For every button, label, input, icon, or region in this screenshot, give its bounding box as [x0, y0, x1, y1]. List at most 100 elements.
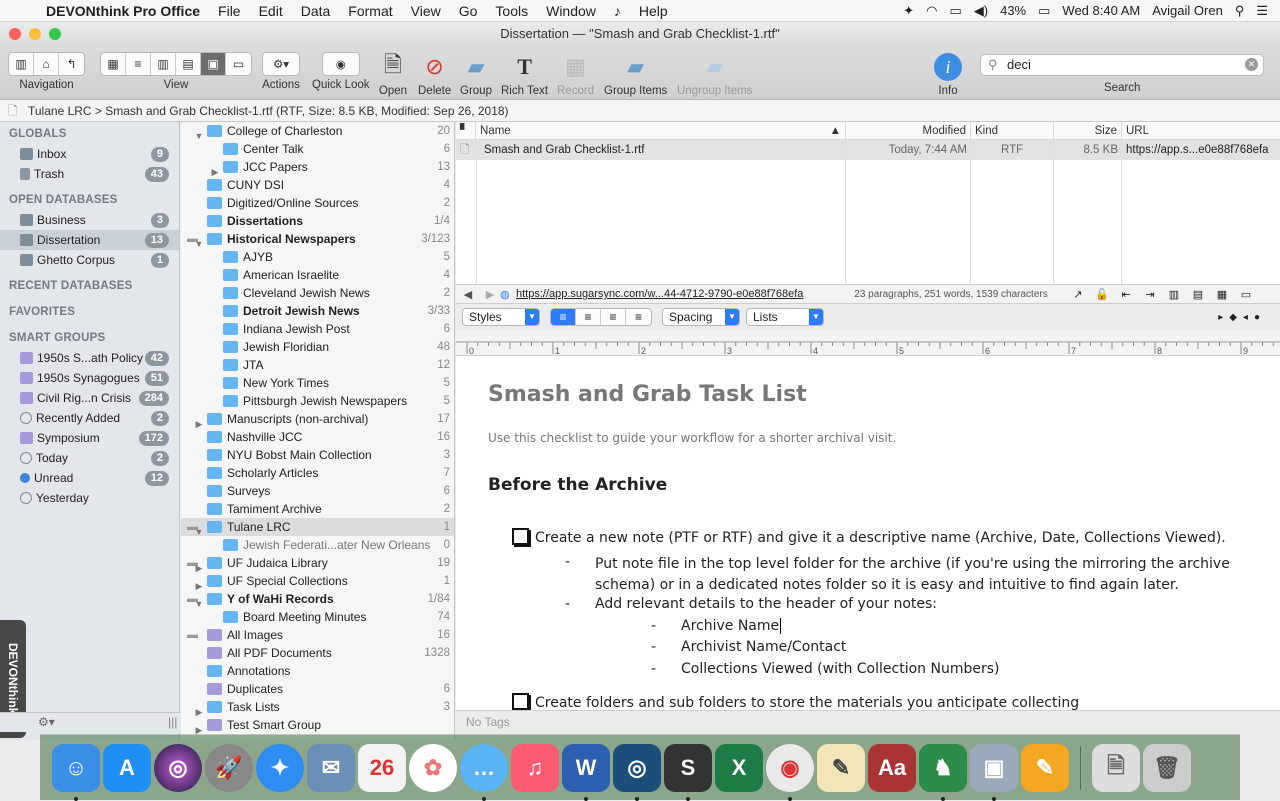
preview-icon[interactable]: ▣ — [970, 743, 1018, 801]
tree-row[interactable]: Surveys 6 — [181, 482, 454, 500]
menu-format[interactable]: Format — [348, 3, 392, 19]
tree-row[interactable]: Board Meeting Minutes 74 — [181, 608, 454, 626]
music-icon[interactable]: ♫ — [511, 743, 559, 792]
mail-icon[interactable]: ✉ — [307, 743, 355, 792]
search-input[interactable]: ⚲ deci ✕ — [980, 54, 1264, 76]
tree-row[interactable]: ▶ Test Smart Group — [181, 716, 454, 735]
view-columns-icon[interactable]: ▥ — [151, 53, 176, 75]
column-name[interactable]: Name ▲ — [476, 122, 846, 139]
wifi-icon[interactable]: ◠ — [926, 3, 937, 19]
tree-row[interactable]: Tamiment Archive 2 — [181, 500, 454, 518]
tree-row[interactable]: ▼ College of Charleston 20 — [181, 122, 454, 141]
share-icon[interactable]: ↗ — [1066, 288, 1090, 301]
open-button[interactable]: 🗎 Open — [377, 52, 409, 97]
menu-window[interactable]: Window — [546, 3, 596, 19]
document-editor[interactable]: Smash and Grab Task List Use this checkl… — [456, 356, 1280, 710]
home-icon[interactable]: ⌂ — [34, 53, 59, 75]
zoom-window-button[interactable] — [49, 28, 61, 40]
notes-app-icon[interactable]: ✎ — [817, 743, 865, 792]
notes-icon[interactable]: ▦ — [1210, 288, 1234, 301]
tree-row[interactable]: Center Talk 6 — [181, 140, 454, 158]
close-window-button[interactable] — [9, 28, 21, 40]
sidebar-item-smart[interactable]: Today 2 — [0, 448, 179, 468]
airplay-icon[interactable]: ▭ — [949, 3, 961, 19]
launchpad-icon[interactable]: 🚀 — [205, 743, 253, 792]
spacing-dropdown[interactable]: Spacing ▼ — [662, 308, 740, 326]
menu-scripts-icon[interactable]: ♪ — [614, 3, 621, 19]
sidebar-toggle-icon[interactable]: ▥ — [9, 53, 34, 75]
tree-row[interactable]: ▶ UF Special Collections 1 — [181, 572, 454, 591]
sidebar-item-inbox[interactable]: Inbox 9 — [0, 144, 179, 164]
view-preview-icon[interactable]: ▭ — [226, 53, 251, 75]
tree-row[interactable]: AJYB 5 — [181, 248, 454, 266]
checkbox-icon[interactable] — [512, 693, 529, 710]
tree-row[interactable]: American Israelite 4 — [181, 266, 454, 284]
gear-icon[interactable]: ⚙▾ — [262, 52, 300, 76]
sidebar-item-smart[interactable]: Unread 12 — [0, 468, 179, 488]
tree-row[interactable]: All PDF Documents 1328 — [181, 644, 454, 662]
menu-go[interactable]: Go — [459, 3, 478, 19]
sidebar-item-trash[interactable]: Trash 43 — [0, 164, 179, 184]
forward-arrow-icon[interactable]: ▶ — [480, 288, 500, 301]
rich-text-button[interactable]: T Rich Text — [501, 52, 548, 97]
table-row[interactable]: 🗋 Smash and Grab Checklist-1.rtf Today, … — [456, 140, 1280, 160]
align-justify-icon[interactable]: ≡ — [601, 309, 626, 325]
tree-row[interactable]: CUNY DSI 4 — [181, 176, 454, 194]
sidebar-item-dissertation[interactable]: Dissertation 13 — [0, 230, 179, 250]
view-three-pane-icon[interactable]: ▣ — [201, 53, 226, 75]
excel-icon[interactable]: X — [715, 743, 763, 792]
tree-row[interactable]: JTA 12 — [181, 356, 454, 374]
flag-column-icon[interactable]: ▘ — [456, 122, 476, 139]
menu-data[interactable]: Data — [301, 3, 331, 19]
tree-row[interactable]: Scholarly Articles 7 — [181, 464, 454, 482]
sidebar-item-ghetto-corpus[interactable]: Ghetto Corpus 1 — [0, 250, 179, 270]
tree-row[interactable]: ▬ ▼ Tulane LRC 1 — [181, 518, 454, 537]
tree-row[interactable]: ▶ Manuscripts (non-archival) 17 — [181, 410, 454, 429]
dictionary-icon[interactable]: Aa — [868, 743, 916, 792]
column-url[interactable]: URL — [1122, 122, 1280, 139]
battery-percent[interactable]: 43% — [1000, 3, 1026, 18]
forward-icon[interactable]: ⇥ — [1138, 288, 1162, 301]
spotlight-icon[interactable]: ⚲ — [1235, 3, 1245, 19]
tree-row[interactable]: Indiana Jewish Post 6 — [181, 320, 454, 338]
tree-row[interactable]: Digitized/Online Sources 2 — [181, 194, 454, 212]
tree-row[interactable]: ▬ ▼ Y of WaHi Records 1/84 — [181, 590, 454, 609]
scrivener-icon[interactable]: ◎ — [613, 743, 661, 801]
align-right-icon[interactable]: ≡ — [626, 309, 651, 325]
menu-file[interactable]: File — [218, 3, 241, 19]
clear-search-icon[interactable]: ✕ — [1245, 58, 1258, 71]
ungroup-items-button[interactable]: ▰ Ungroup Items — [677, 52, 752, 97]
lock-icon[interactable]: 🔓 — [1090, 288, 1114, 301]
tree-row[interactable]: ▬ All Images 16 — [181, 626, 454, 644]
battery-icon[interactable]: ▭ — [1038, 3, 1050, 19]
sidebar-item-smart[interactable]: Yesterday — [0, 488, 179, 508]
group-items-button[interactable]: ▰ Group Items — [604, 52, 667, 97]
tab-stops-icon[interactable]: ▸◆◂● — [1218, 312, 1266, 323]
view-icons-icon[interactable]: ▦ — [101, 53, 126, 75]
devonthink-dock-icon[interactable]: ♞ — [919, 743, 967, 801]
info-button[interactable]: i Info — [932, 52, 964, 97]
sidebar-item-smart[interactable]: 1950s S...ath Policy 42 — [0, 348, 179, 368]
tree-row[interactable]: Pittsburgh Jewish Newspapers 5 — [181, 392, 454, 410]
record-button[interactable]: ▦ Record — [557, 52, 594, 97]
messages-icon[interactable]: … — [460, 743, 508, 801]
tree-row[interactable]: Jewish Federati...ater New Orleans 0 — [181, 536, 454, 554]
clock[interactable]: Wed 8:40 AM — [1062, 3, 1140, 18]
tree-row[interactable]: ▶ JCC Papers 13 — [181, 158, 454, 177]
sidebar-item-business[interactable]: Business 3 — [0, 210, 179, 230]
menu-app-name[interactable]: DEVONthink Pro Office — [46, 3, 200, 19]
back-arrow-icon[interactable]: ◀ — [456, 288, 480, 301]
tree-row[interactable]: Nashville JCC 16 — [181, 428, 454, 446]
tree-row[interactable]: Detroit Jewish News 3/33 — [181, 302, 454, 320]
sidebar-item-smart[interactable]: 1950s Synagogues 51 — [0, 368, 179, 388]
tree-row[interactable]: Dissertations 1/4 — [181, 212, 454, 230]
app-store-icon[interactable]: A — [103, 743, 151, 792]
lists-dropdown[interactable]: Lists ▼ — [746, 308, 824, 326]
tree-row[interactable]: ▬ ▼ Historical Newspapers 3/123 — [181, 230, 454, 249]
tree-row[interactable]: Jewish Floridian 48 — [181, 338, 454, 356]
document-url-link[interactable]: https://app.sugarsync.com/w...44-4712-97… — [516, 288, 836, 300]
align-left-icon[interactable]: ≡ — [551, 309, 576, 325]
back-up-icon[interactable]: ↰ — [59, 53, 84, 75]
group-button[interactable]: ▰ Group — [460, 52, 492, 97]
safari-icon[interactable]: ✦ — [256, 743, 304, 792]
